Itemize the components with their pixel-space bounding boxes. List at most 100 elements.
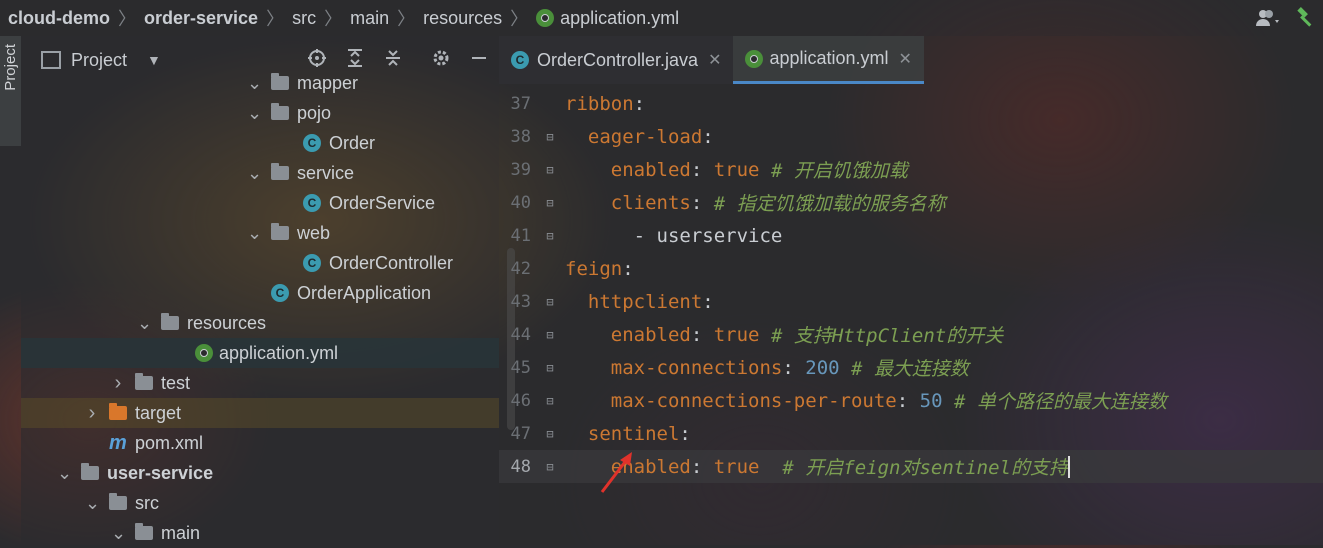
tree-item-service[interactable]: ⌄ service: [21, 158, 499, 188]
tree-item-orderservice[interactable]: C OrderService: [21, 188, 499, 218]
code-line[interactable]: 39 ⊟ enabled: true # 开启饥饿加载: [499, 153, 1323, 186]
tree-item-application-yml[interactable]: application.yml: [21, 338, 499, 368]
gear-icon[interactable]: [429, 46, 453, 70]
yaml-value: true: [713, 158, 760, 181]
breadcrumb-item[interactable]: main 〉: [350, 5, 423, 31]
tree-item-web[interactable]: ⌄ web: [21, 218, 499, 248]
tab-application-yml[interactable]: application.yml ✕: [733, 36, 924, 84]
yaml-key: max-connections-per-route: [610, 389, 897, 412]
tree-item-user-service[interactable]: ⌄ user-service: [21, 458, 499, 488]
fold-marker-icon[interactable]: ⊟: [543, 196, 557, 210]
breadcrumb: cloud-demo 〉 order-service 〉 src 〉 main 〉 resour…: [0, 5, 679, 31]
java-class-icon: C: [303, 134, 321, 152]
tree-item-order[interactable]: C Order: [21, 128, 499, 158]
tree-item-label: OrderService: [329, 192, 436, 213]
code-line[interactable]: 38 ⊟ eager-load:: [499, 120, 1323, 153]
maven-icon: m: [109, 431, 127, 454]
fold-marker-icon[interactable]: ⊟: [543, 427, 557, 441]
yaml-key: clients: [610, 191, 691, 214]
tree-item-label: OrderApplication: [297, 282, 432, 303]
project-panel: Project ▼ ⌄ mapper ⌄ pojo C Order ⌄ service C Ord…: [21, 36, 515, 548]
breadcrumb-label: order-service: [144, 7, 259, 28]
code-line[interactable]: 42 feign:: [499, 252, 1323, 285]
excluded-folder-icon: [109, 403, 127, 420]
chevron-down-icon[interactable]: ⌄: [85, 493, 100, 514]
fold-marker-icon[interactable]: ⊟: [543, 394, 557, 408]
tree-item-label: web: [297, 222, 331, 243]
code-line[interactable]: 41 ⊟ - userservice: [499, 219, 1323, 252]
tree-item-label: test: [161, 372, 191, 393]
tree-item-main[interactable]: ⌄ main: [21, 518, 499, 548]
fold-marker-icon[interactable]: ⊟: [543, 295, 557, 309]
user-icon[interactable]: [1249, 8, 1289, 28]
folder-icon: [135, 523, 153, 540]
tree-item-test[interactable]: › test: [21, 368, 499, 398]
fold-marker-icon[interactable]: ⊟: [543, 328, 557, 342]
chevron-down-icon[interactable]: ⌄: [137, 313, 152, 334]
yaml-punct: :: [690, 191, 714, 214]
code-line[interactable]: 46 ⊟ max-connections-per-route: 50 # 单个路径…: [499, 384, 1323, 417]
tree-item-orderapplication[interactable]: C OrderApplication: [21, 278, 499, 308]
close-icon[interactable]: ✕: [899, 49, 912, 69]
chevron-right-icon: 〉: [266, 9, 285, 29]
view-dropdown-icon[interactable]: ▼: [147, 52, 161, 68]
chevron-down-icon[interactable]: ⌄: [111, 523, 126, 544]
breadcrumb-label: resources: [423, 7, 503, 28]
chevron-down-icon[interactable]: ⌄: [247, 103, 262, 124]
line-number: 37: [510, 93, 531, 114]
tree-item-mapper[interactable]: ⌄ mapper: [21, 68, 499, 98]
yml-file-icon: [536, 9, 555, 27]
tree-item-resources[interactable]: ⌄ resources: [21, 308, 499, 338]
code-line[interactable]: 47 ⊟ sentinel:: [499, 417, 1323, 450]
chevron-right-icon[interactable]: ›: [111, 372, 125, 395]
line-number: 48: [510, 456, 531, 477]
line-number: 38: [510, 126, 531, 147]
breadcrumb-item[interactable]: src 〉: [292, 5, 350, 31]
breadcrumb-item[interactable]: cloud-demo 〉: [8, 5, 144, 31]
yaml-key: enabled: [610, 323, 691, 346]
breadcrumb-item[interactable]: resources 〉: [423, 5, 536, 31]
tree-item-label: target: [135, 402, 182, 423]
fold-marker-icon[interactable]: ⊟: [543, 130, 557, 144]
yaml-key: ribbon: [565, 92, 634, 115]
navigation-bar: cloud-demo 〉 order-service 〉 src 〉 main 〉 resour…: [0, 0, 1323, 36]
chevron-down-icon[interactable]: ⌄: [247, 163, 262, 184]
code-line[interactable]: 40 ⊟ clients: # 指定饥饿加载的服务名称: [499, 186, 1323, 219]
hide-panel-icon[interactable]: [467, 46, 491, 70]
expand-all-icon[interactable]: [343, 46, 367, 70]
folder-icon: [135, 373, 153, 390]
code-line[interactable]: 44 ⊟ enabled: true # 支持HttpClient的开关: [499, 318, 1323, 351]
locate-file-icon[interactable]: [305, 46, 329, 70]
collapse-all-icon[interactable]: [381, 46, 405, 70]
project-tool-tab[interactable]: Project: [0, 36, 21, 146]
tree-item-target[interactable]: › target: [21, 398, 499, 428]
line-number: 46: [510, 390, 531, 411]
tree-item-src[interactable]: ⌄ src: [21, 488, 499, 518]
build-hammer-icon[interactable]: [1289, 7, 1323, 29]
code-line[interactable]: 37 ribbon:: [499, 87, 1323, 120]
folder-icon: [271, 73, 289, 90]
breadcrumb-item[interactable]: order-service 〉: [144, 5, 292, 31]
tree-item-pom-xml[interactable]: m pom.xml: [21, 428, 499, 458]
chevron-down-icon[interactable]: ⌄: [247, 223, 262, 244]
fold-marker-icon[interactable]: ⊟: [543, 460, 557, 474]
tree-item-ordercontroller[interactable]: C OrderController: [21, 248, 499, 278]
code-line[interactable]: 45 ⊟ max-connections: 200 # 最大连接数: [499, 351, 1323, 384]
tab-ordercontroller-java[interactable]: C OrderController.java ✕: [499, 36, 734, 84]
chevron-right-icon[interactable]: ›: [85, 402, 99, 425]
fold-marker-icon[interactable]: ⊟: [543, 229, 557, 243]
close-icon[interactable]: ✕: [708, 50, 721, 70]
breadcrumb-item[interactable]: application.yml: [536, 8, 679, 29]
tree-item-pojo[interactable]: ⌄ pojo: [21, 98, 499, 128]
chevron-down-icon[interactable]: ⌄: [57, 463, 72, 484]
yaml-value: 200: [805, 356, 840, 379]
fold-marker-icon[interactable]: ⊟: [543, 361, 557, 375]
chevron-down-icon[interactable]: ⌄: [247, 73, 262, 94]
tree-item-label: src: [135, 492, 159, 513]
java-class-icon: C: [303, 194, 321, 212]
fold-marker-icon[interactable]: ⊟: [543, 163, 557, 177]
code-line[interactable]: 43 ⊟ httpclient:: [499, 285, 1323, 318]
